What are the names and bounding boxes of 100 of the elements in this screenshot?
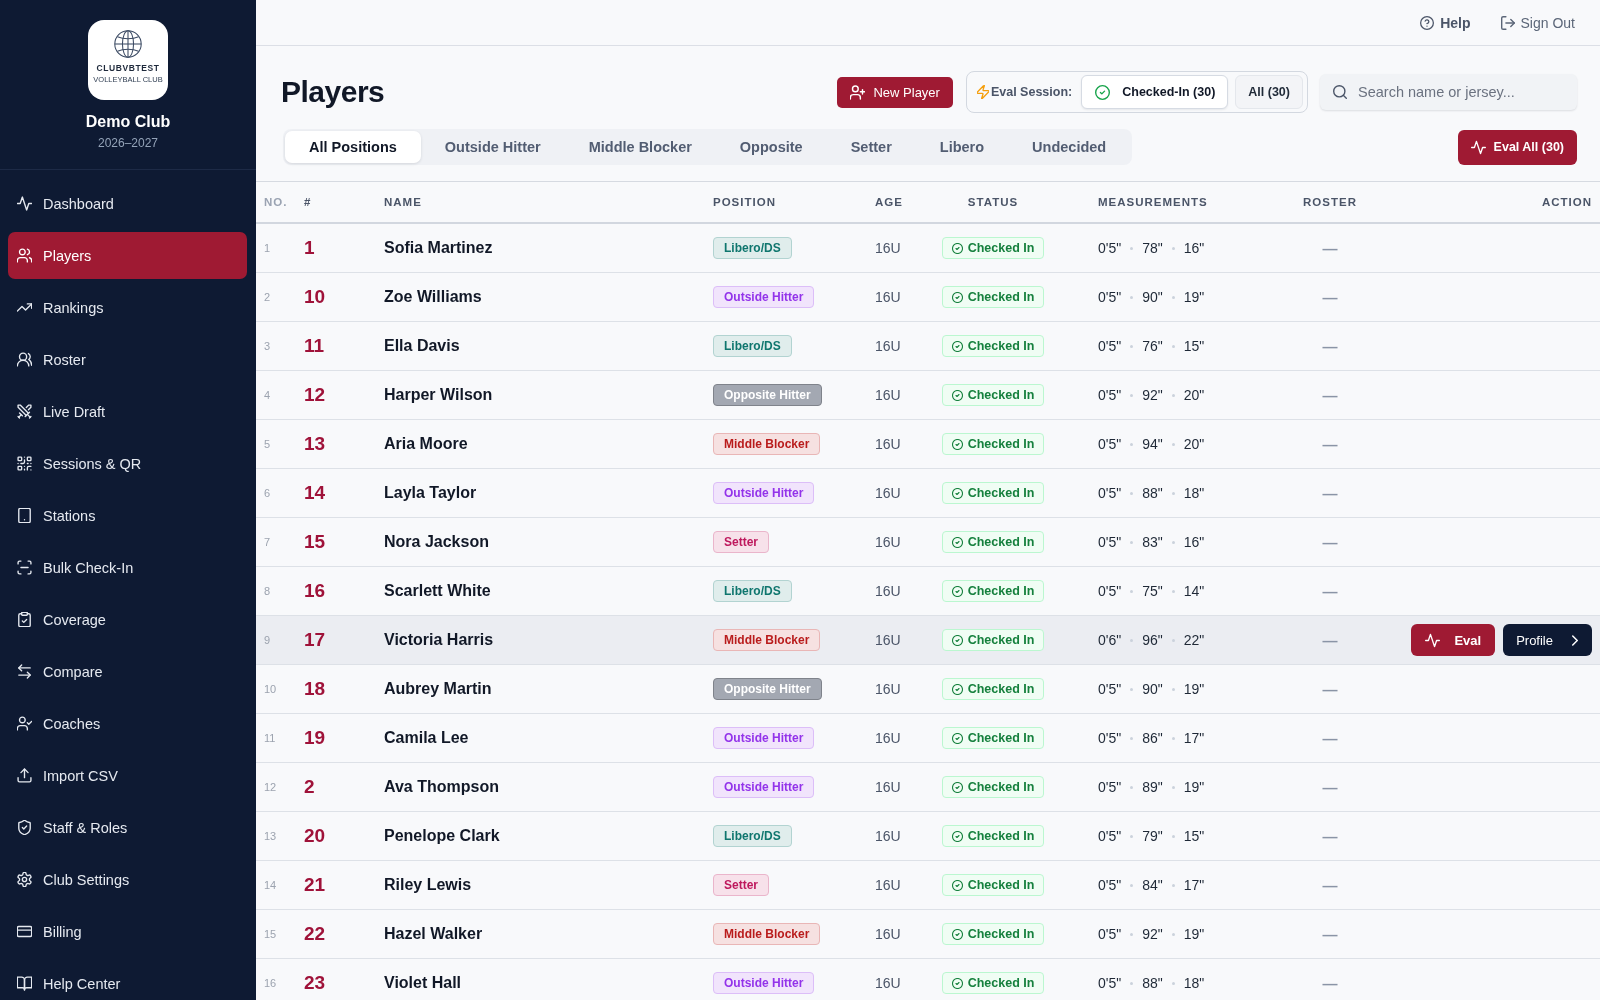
status-tag: Checked In: [941, 531, 1045, 553]
pulse-icon: [1470, 139, 1486, 155]
measurement-value: 0'6": [1098, 632, 1122, 648]
position-tab[interactable]: Middle Blocker: [564, 131, 716, 163]
position-tag: Middle Blocker: [713, 629, 821, 651]
age-group: 16U: [875, 387, 901, 403]
player-name: Victoria Harris: [384, 631, 494, 649]
player-name: Riley Lewis: [384, 876, 472, 894]
sign-out-link[interactable]: Sign Out: [1500, 14, 1575, 31]
position-tag: Outside Hitter: [713, 972, 815, 994]
measurement-value: 19": [1183, 289, 1205, 305]
dot-separator-icon: [1171, 687, 1175, 691]
measurement-value: 0'5": [1098, 583, 1122, 599]
column-header: MEASUREMENTS: [1098, 196, 1208, 208]
roster-value: —: [1322, 631, 1338, 649]
age-group: 16U: [875, 289, 901, 305]
position-tag: Opposite Hitter: [713, 384, 822, 406]
status-tag: Checked In: [941, 286, 1045, 308]
position-tab[interactable]: All Positions: [285, 131, 421, 163]
roster-value: —: [1322, 533, 1338, 551]
position-tab[interactable]: Setter: [826, 131, 916, 163]
nav-item[interactable]: Staff & Roles: [8, 804, 247, 851]
jersey-number: 14: [304, 482, 326, 504]
nav-item[interactable]: Sessions & QR: [8, 440, 247, 487]
position-tag: Libero/DS: [713, 335, 792, 357]
nav-item[interactable]: Compare: [8, 648, 247, 695]
nav-item[interactable]: Rankings: [8, 284, 247, 331]
roster-value: —: [1322, 239, 1338, 257]
position-tab[interactable]: Undecided: [1008, 131, 1131, 163]
nav-item[interactable]: Club Settings: [8, 856, 247, 903]
help-link[interactable]: Help: [1420, 14, 1471, 31]
measurement-value: 0'5": [1098, 387, 1122, 403]
age-group: 16U: [875, 534, 901, 550]
position-tab[interactable]: Libero: [915, 131, 1009, 163]
status-tag: Checked In: [941, 825, 1045, 847]
measurement-value: 0'5": [1098, 779, 1122, 795]
measurement-value: 0'5": [1098, 534, 1122, 550]
position-tag: Libero/DS: [713, 237, 792, 259]
player-name: Nora Jackson: [384, 533, 489, 551]
nav-item[interactable]: Billing: [8, 908, 247, 955]
measurement-value: 15": [1183, 828, 1205, 844]
nav-item[interactable]: Dashboard: [8, 180, 247, 227]
jersey-number: 19: [304, 727, 326, 749]
dot-separator-icon: [1171, 932, 1175, 936]
nav-item[interactable]: Coverage: [8, 596, 247, 643]
nav-item[interactable]: Help Center: [8, 960, 247, 1000]
eval-button[interactable]: Eval: [1411, 624, 1496, 656]
player-name: Violet Hall: [384, 974, 462, 992]
eval-all-button[interactable]: Eval All (30): [1457, 129, 1577, 165]
row-number: 11: [264, 732, 276, 744]
check-circle-icon: [1095, 84, 1111, 100]
dot-separator-icon: [1171, 491, 1175, 495]
nav-item[interactable]: Live Draft: [8, 388, 247, 435]
status-tag: Checked In: [941, 384, 1045, 406]
roster-value: —: [1322, 435, 1338, 453]
dot-separator-icon: [1130, 442, 1134, 446]
measurement-value: 19": [1183, 926, 1205, 942]
dot-separator-icon: [1130, 589, 1134, 593]
dot-separator-icon: [1171, 883, 1175, 887]
age-group: 16U: [875, 632, 901, 648]
nav-item[interactable]: Bulk Check-In: [8, 544, 247, 591]
search-icon: [1333, 85, 1347, 99]
column-header: #: [304, 196, 312, 208]
measurement-value: 0'5": [1098, 289, 1122, 305]
search-field[interactable]: Search name or jersey...: [1320, 74, 1577, 110]
row-number: 13: [264, 830, 277, 842]
position-tab[interactable]: Opposite: [715, 131, 827, 163]
measurement-value: 0'5": [1098, 436, 1122, 452]
nav-item[interactable]: Stations: [8, 492, 247, 539]
lightning-icon: [976, 85, 989, 99]
player-name: Scarlett White: [384, 582, 491, 600]
player-name: Ella Davis: [384, 337, 460, 355]
measurement-value: 20": [1183, 436, 1205, 452]
tablet-icon: [17, 508, 32, 523]
roster-value: —: [1322, 925, 1338, 943]
row-number: 10: [264, 683, 277, 695]
measurement-value: 84": [1142, 877, 1163, 893]
position-tag: Middle Blocker: [713, 433, 821, 455]
dot-separator-icon: [1171, 981, 1175, 985]
measurement-value: 0'5": [1098, 730, 1122, 746]
trend-up-icon: [17, 300, 32, 315]
profile-button[interactable]: Profile: [1503, 624, 1592, 656]
clipboard-check-icon: [17, 612, 32, 627]
nav-item[interactable]: Import CSV: [8, 752, 247, 799]
sign-out-icon: [1500, 15, 1515, 30]
measurement-value: 94": [1142, 436, 1163, 452]
dot-separator-icon: [1130, 246, 1134, 250]
measurement-value: 88": [1142, 975, 1163, 991]
measurement-value: 96": [1142, 632, 1163, 648]
nav-item[interactable]: Roster: [8, 336, 247, 383]
row-number: 6: [264, 487, 271, 499]
eval-session-option[interactable]: All (30): [1235, 75, 1303, 109]
eval-session-option[interactable]: Checked-In (30): [1081, 75, 1229, 109]
measurement-value: 0'5": [1098, 338, 1122, 354]
position-tab[interactable]: Outside Hitter: [420, 131, 565, 163]
dot-separator-icon: [1171, 540, 1175, 544]
measurement-value: 79": [1142, 828, 1163, 844]
nav-item[interactable]: Players: [8, 232, 247, 279]
new-player-button[interactable]: New Player: [837, 76, 953, 108]
nav-item[interactable]: Coaches: [8, 700, 247, 747]
